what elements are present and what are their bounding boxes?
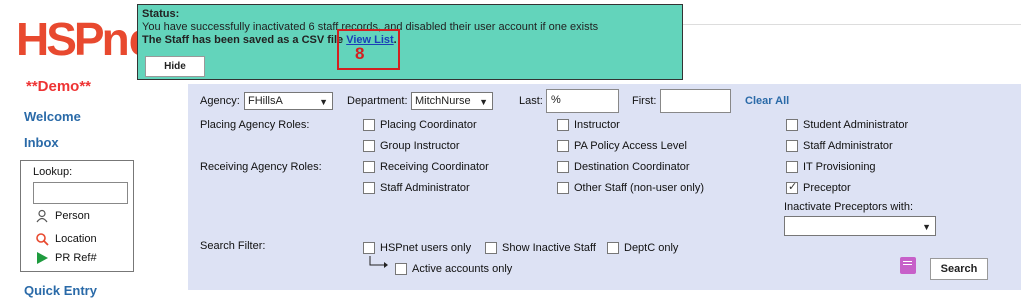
lookup-pr-ref[interactable]: PR Ref# xyxy=(35,251,97,265)
role-label: Receiving Coordinator xyxy=(380,161,489,173)
status-message-line1: You have successfully inactivated 6 staf… xyxy=(142,21,599,33)
department-select[interactable]: MitchNurse ▼ xyxy=(411,92,493,110)
help-book-icon[interactable] xyxy=(900,257,916,274)
role-label: Preceptor xyxy=(803,182,851,194)
hide-button[interactable]: Hide xyxy=(145,56,205,77)
inactivate-preceptors-label: Inactivate Preceptors with: xyxy=(784,201,914,213)
checkbox[interactable] xyxy=(786,119,798,131)
role-label: Placing Coordinator xyxy=(380,119,477,131)
filter-deptc-only[interactable]: DeptC only xyxy=(607,242,678,254)
checkbox-checked[interactable] xyxy=(786,180,798,194)
checkbox[interactable] xyxy=(557,161,569,173)
role-label: Destination Coordinator xyxy=(574,161,690,173)
checkbox[interactable] xyxy=(557,140,569,152)
inactivate-preceptors-select[interactable]: ▼ xyxy=(784,216,936,236)
placing-roles-label: Placing Agency Roles: xyxy=(200,119,310,131)
nav-quick-entry[interactable]: Quick Entry xyxy=(24,283,97,298)
location-search-icon xyxy=(36,233,49,246)
checkbox[interactable] xyxy=(363,119,375,131)
role-label: Group Instructor xyxy=(380,140,460,152)
role-label: Student Administrator xyxy=(803,119,909,131)
checkbox[interactable] xyxy=(363,140,375,152)
role-student-administrator[interactable]: Student Administrator xyxy=(786,119,908,131)
clear-all-link[interactable]: Clear All xyxy=(745,95,789,107)
department-value: MitchNurse xyxy=(415,95,471,107)
first-name-label: First: xyxy=(632,95,657,107)
filter-label: HSPnet users only xyxy=(380,242,472,254)
role-pa-policy-access-level[interactable]: PA Policy Access Level xyxy=(557,140,687,152)
role-it-provisioning[interactable]: IT Provisioning xyxy=(786,161,876,173)
dropdown-arrow-icon: ▼ xyxy=(479,97,488,107)
nav-inbox[interactable]: Inbox xyxy=(24,135,59,150)
role-label: Instructor xyxy=(574,119,620,131)
filter-active-accounts-only[interactable]: Active accounts only xyxy=(395,263,512,275)
lookup-pr-ref-label: PR Ref# xyxy=(55,252,97,264)
header-divider xyxy=(683,24,1021,25)
lookup-label: Lookup: xyxy=(33,166,73,178)
role-label: IT Provisioning xyxy=(803,161,876,173)
annotation-number: 8 xyxy=(355,44,365,63)
demo-label: **Demo** xyxy=(26,78,92,95)
status-popup: Status: You have successfully inactivate… xyxy=(137,4,683,80)
receiving-roles-label: Receiving Agency Roles: xyxy=(200,161,322,173)
agency-value: FHillsA xyxy=(248,95,283,107)
checkbox[interactable] xyxy=(557,182,569,194)
filter-label: Active accounts only xyxy=(412,263,513,275)
agency-select[interactable]: FHillsA ▼ xyxy=(244,92,333,110)
filter-show-inactive-staff[interactable]: Show Inactive Staff xyxy=(485,242,596,254)
status-title: Status: xyxy=(142,8,180,20)
filter-label: Show Inactive Staff xyxy=(502,242,596,254)
lookup-panel: Lookup: Person Location PR Ref# xyxy=(20,160,134,272)
lookup-person-label: Person xyxy=(55,210,90,222)
role-placing-coordinator[interactable]: Placing Coordinator xyxy=(363,119,477,131)
filter-label: DeptC only xyxy=(624,242,679,254)
checkbox[interactable] xyxy=(363,182,375,194)
role-instructor[interactable]: Instructor xyxy=(557,119,620,131)
status-message-line2: The Staff has been saved as a CSV file V… xyxy=(142,34,678,47)
first-name-input[interactable] xyxy=(660,89,731,113)
role-preceptor[interactable]: Preceptor xyxy=(786,180,851,194)
role-destination-coordinator[interactable]: Destination Coordinator xyxy=(557,161,690,173)
checkbox[interactable] xyxy=(485,242,497,254)
agency-label: Agency: xyxy=(200,95,240,107)
dropdown-arrow-icon: ▼ xyxy=(319,97,328,107)
search-filter-label: Search Filter: xyxy=(200,240,266,252)
role-receiving-coordinator[interactable]: Receiving Coordinator xyxy=(363,161,489,173)
lookup-location-label: Location xyxy=(55,233,97,245)
status-line2-text: The Staff has been saved as a CSV file xyxy=(142,34,347,46)
role-staff-administrator-placing[interactable]: Staff Administrator xyxy=(786,140,893,152)
filter-hspnet-users-only[interactable]: HSPnet users only xyxy=(363,242,471,254)
last-name-input[interactable]: % xyxy=(546,89,619,113)
checkbox[interactable] xyxy=(363,161,375,173)
role-label: Other Staff (non-user only) xyxy=(574,182,705,194)
checkbox[interactable] xyxy=(395,263,407,275)
department-label: Department: xyxy=(347,95,408,107)
checkbox[interactable] xyxy=(786,161,798,173)
dropdown-arrow-icon: ▼ xyxy=(922,222,931,232)
annotation-highlight-box xyxy=(337,29,400,70)
lookup-input[interactable] xyxy=(33,182,128,204)
role-group-instructor[interactable]: Group Instructor xyxy=(363,140,459,152)
search-button[interactable]: Search xyxy=(930,258,988,280)
play-icon xyxy=(37,252,48,264)
role-staff-administrator-receiving[interactable]: Staff Administrator xyxy=(363,182,470,194)
role-label: PA Policy Access Level xyxy=(574,140,687,152)
checkbox[interactable] xyxy=(607,242,619,254)
lookup-location[interactable]: Location xyxy=(35,232,97,246)
last-name-label: Last: xyxy=(519,95,543,107)
nav-welcome[interactable]: Welcome xyxy=(24,109,81,124)
checkbox[interactable] xyxy=(557,119,569,131)
lookup-person[interactable]: Person xyxy=(35,209,90,223)
person-icon xyxy=(36,209,48,223)
subfilter-arrow-icon xyxy=(369,256,388,268)
role-label: Staff Administrator xyxy=(380,182,470,194)
checkbox[interactable] xyxy=(363,242,375,254)
role-other-staff[interactable]: Other Staff (non-user only) xyxy=(557,182,704,194)
role-label: Staff Administrator xyxy=(803,140,893,152)
checkbox[interactable] xyxy=(786,140,798,152)
